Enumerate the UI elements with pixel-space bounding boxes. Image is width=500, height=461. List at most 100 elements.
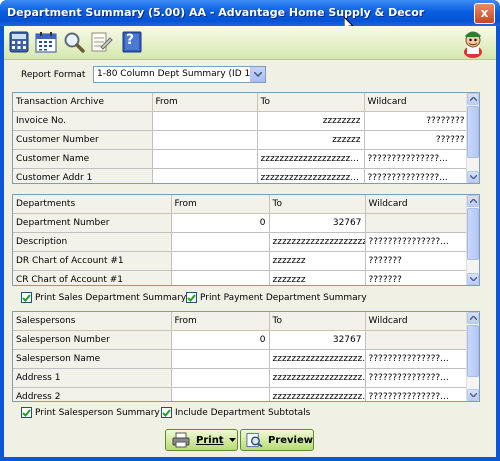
report-format-value: 1-80 Column Dept Summary (ID 1) bbox=[97, 69, 254, 79]
from-cell[interactable]: 0 bbox=[171, 330, 270, 350]
notes-icon[interactable] bbox=[90, 29, 114, 55]
column-header: Wildcard bbox=[365, 195, 469, 214]
grid-header-row: Transaction Archive From To Wildcard bbox=[13, 93, 469, 112]
checkmark-icon[interactable] bbox=[186, 292, 197, 303]
scroll-down-icon[interactable] bbox=[467, 273, 479, 285]
vertical-scrollbar[interactable] bbox=[466, 93, 479, 183]
wildcard-cell[interactable]: ???????????????... bbox=[365, 232, 469, 252]
print-payment-dept-summary-checkbox[interactable]: Print Payment Department Summary bbox=[186, 292, 367, 303]
to-cell[interactable]: zzzzzzz bbox=[269, 251, 366, 271]
row-label: Salesperson Name bbox=[13, 349, 172, 369]
wildcard-cell[interactable]: ???????? bbox=[364, 111, 469, 131]
checkmark-icon[interactable] bbox=[161, 407, 172, 418]
vertical-scrollbar[interactable] bbox=[466, 312, 479, 401]
to-cell[interactable]: zzzzzzzzzzzzzzzzzzz... bbox=[257, 168, 365, 183]
checkbox-label: Include Department Subtotals bbox=[175, 407, 311, 418]
wildcard-cell[interactable]: ???????????????... bbox=[364, 168, 469, 183]
report-format-label: Report Format bbox=[21, 70, 86, 80]
print-sales-dept-summary-checkbox[interactable]: Print Sales Department Summary bbox=[21, 292, 186, 303]
to-cell[interactable]: zzzzzzzzzzzzzzzzzzz... bbox=[257, 149, 365, 169]
table-row: Salesperson Name zzzzzzzzzzzzzzzzzzz... … bbox=[13, 349, 469, 369]
scroll-up-icon[interactable] bbox=[467, 93, 479, 105]
to-cell[interactable]: 32767 bbox=[269, 213, 366, 233]
preview-label: Preview bbox=[267, 434, 313, 446]
to-cell[interactable]: zzzzzzzzzzzzzzzzzzz... bbox=[269, 349, 366, 369]
to-cell[interactable]: zzzzzz bbox=[257, 130, 365, 150]
from-cell[interactable] bbox=[152, 130, 258, 150]
row-label: Customer Name bbox=[13, 149, 153, 169]
column-header: Departments bbox=[13, 195, 172, 214]
grid-header-row: Salespersons From To Wildcard bbox=[13, 312, 469, 331]
toolbar: ? bbox=[4, 26, 496, 60]
column-header: Wildcard bbox=[365, 312, 469, 331]
vertical-scrollbar[interactable] bbox=[466, 195, 479, 285]
chevron-down-icon[interactable] bbox=[228, 438, 236, 442]
title-bar[interactable]: Department Summary (5.00) AA - Advantage… bbox=[0, 0, 500, 26]
from-cell[interactable] bbox=[171, 368, 270, 388]
column-header: To bbox=[257, 93, 365, 112]
calendar-icon[interactable] bbox=[34, 29, 58, 55]
print-salesperson-summary-checkbox[interactable]: Print Salesperson Summary bbox=[21, 407, 160, 418]
print-label: Print bbox=[196, 434, 224, 446]
window-title: Department Summary (5.00) AA - Advantage… bbox=[7, 6, 425, 19]
column-header: Wildcard bbox=[364, 93, 469, 112]
scroll-up-icon[interactable] bbox=[467, 195, 479, 207]
from-cell[interactable] bbox=[171, 232, 270, 252]
wildcard-cell[interactable]: ???????????????... bbox=[365, 368, 469, 388]
scroll-up-icon[interactable] bbox=[467, 312, 479, 324]
wildcard-cell[interactable]: ??????? bbox=[365, 270, 469, 285]
from-cell[interactable]: 0 bbox=[171, 213, 270, 233]
table-row: Invoice No. zzzzzzzz ???????? bbox=[13, 111, 469, 131]
help-icon[interactable]: ? bbox=[120, 29, 144, 55]
scroll-down-icon[interactable] bbox=[467, 389, 479, 401]
table-row: Description zzzzzzzzzzzzzzzzzzzz ???????… bbox=[13, 232, 469, 252]
to-cell[interactable]: zzzzzzz bbox=[269, 270, 366, 285]
report-format-select[interactable]: 1-80 Column Dept Summary (ID 1) bbox=[93, 66, 266, 83]
app-window: Department Summary (5.00) AA - Advantage… bbox=[0, 0, 500, 461]
scroll-thumb[interactable] bbox=[467, 208, 479, 260]
chevron-down-icon[interactable] bbox=[250, 67, 265, 82]
mascot-logo-icon bbox=[464, 31, 482, 58]
from-cell[interactable] bbox=[171, 387, 270, 401]
wildcard-cell[interactable]: ???????????????... bbox=[365, 387, 469, 401]
from-cell[interactable] bbox=[171, 270, 270, 285]
from-cell[interactable] bbox=[152, 111, 258, 131]
grid-header-row: Departments From To Wildcard bbox=[13, 195, 469, 214]
scroll-down-icon[interactable] bbox=[467, 171, 479, 183]
wildcard-cell[interactable]: ??????? bbox=[365, 251, 469, 271]
to-cell[interactable]: zzzzzzzzzzzzzzzzzzz... bbox=[269, 368, 366, 388]
include-dept-subtotals-checkbox[interactable]: Include Department Subtotals bbox=[161, 407, 310, 418]
to-cell[interactable]: 32767 bbox=[269, 330, 366, 350]
wildcard-cell[interactable]: ???????????????... bbox=[365, 349, 469, 369]
to-cell[interactable]: zzzzzzzzzzzzzzzzzzz... bbox=[269, 387, 366, 401]
departments-grid: Departments From To Wildcard Department … bbox=[12, 194, 480, 286]
preview-button[interactable]: Preview bbox=[240, 429, 314, 451]
print-button[interactable]: Print bbox=[165, 429, 238, 451]
wildcard-cell[interactable]: ???????????????... bbox=[364, 149, 469, 169]
to-cell[interactable]: zzzzzzzz bbox=[257, 111, 365, 131]
from-cell[interactable] bbox=[152, 168, 258, 183]
wildcard-cell[interactable] bbox=[365, 330, 469, 350]
from-cell[interactable] bbox=[171, 251, 270, 271]
from-cell[interactable] bbox=[171, 349, 270, 369]
scroll-thumb[interactable] bbox=[467, 106, 479, 158]
scroll-thumb[interactable] bbox=[467, 325, 479, 377]
help-glyph: ? bbox=[126, 32, 135, 48]
to-cell[interactable]: zzzzzzzzzzzzzzzzzzzz bbox=[269, 232, 366, 252]
table-row: Customer Addr 1 zzzzzzzzzzzzzzzzzzz... ?… bbox=[13, 168, 469, 183]
checkmark-icon[interactable] bbox=[21, 292, 32, 303]
wildcard-cell[interactable]: ?????? bbox=[364, 130, 469, 150]
calculator-icon[interactable] bbox=[7, 29, 31, 55]
checkmark-icon[interactable] bbox=[21, 407, 32, 418]
from-cell[interactable] bbox=[152, 149, 258, 169]
column-header: To bbox=[269, 312, 366, 331]
checkbox-label: Print Salesperson Summary bbox=[35, 407, 160, 418]
close-button[interactable]: x bbox=[474, 3, 495, 24]
printer-icon bbox=[172, 432, 190, 448]
dialog-body: ? Report Format 1-80 Column Dept Summary… bbox=[4, 26, 496, 457]
salespersons-grid: Salespersons From To Wildcard Salesperso… bbox=[12, 311, 480, 402]
table-row: Salesperson Number 0 32767 bbox=[13, 330, 469, 350]
search-icon[interactable] bbox=[62, 29, 86, 55]
wildcard-cell[interactable] bbox=[365, 213, 469, 233]
column-header: Transaction Archive bbox=[13, 93, 153, 112]
